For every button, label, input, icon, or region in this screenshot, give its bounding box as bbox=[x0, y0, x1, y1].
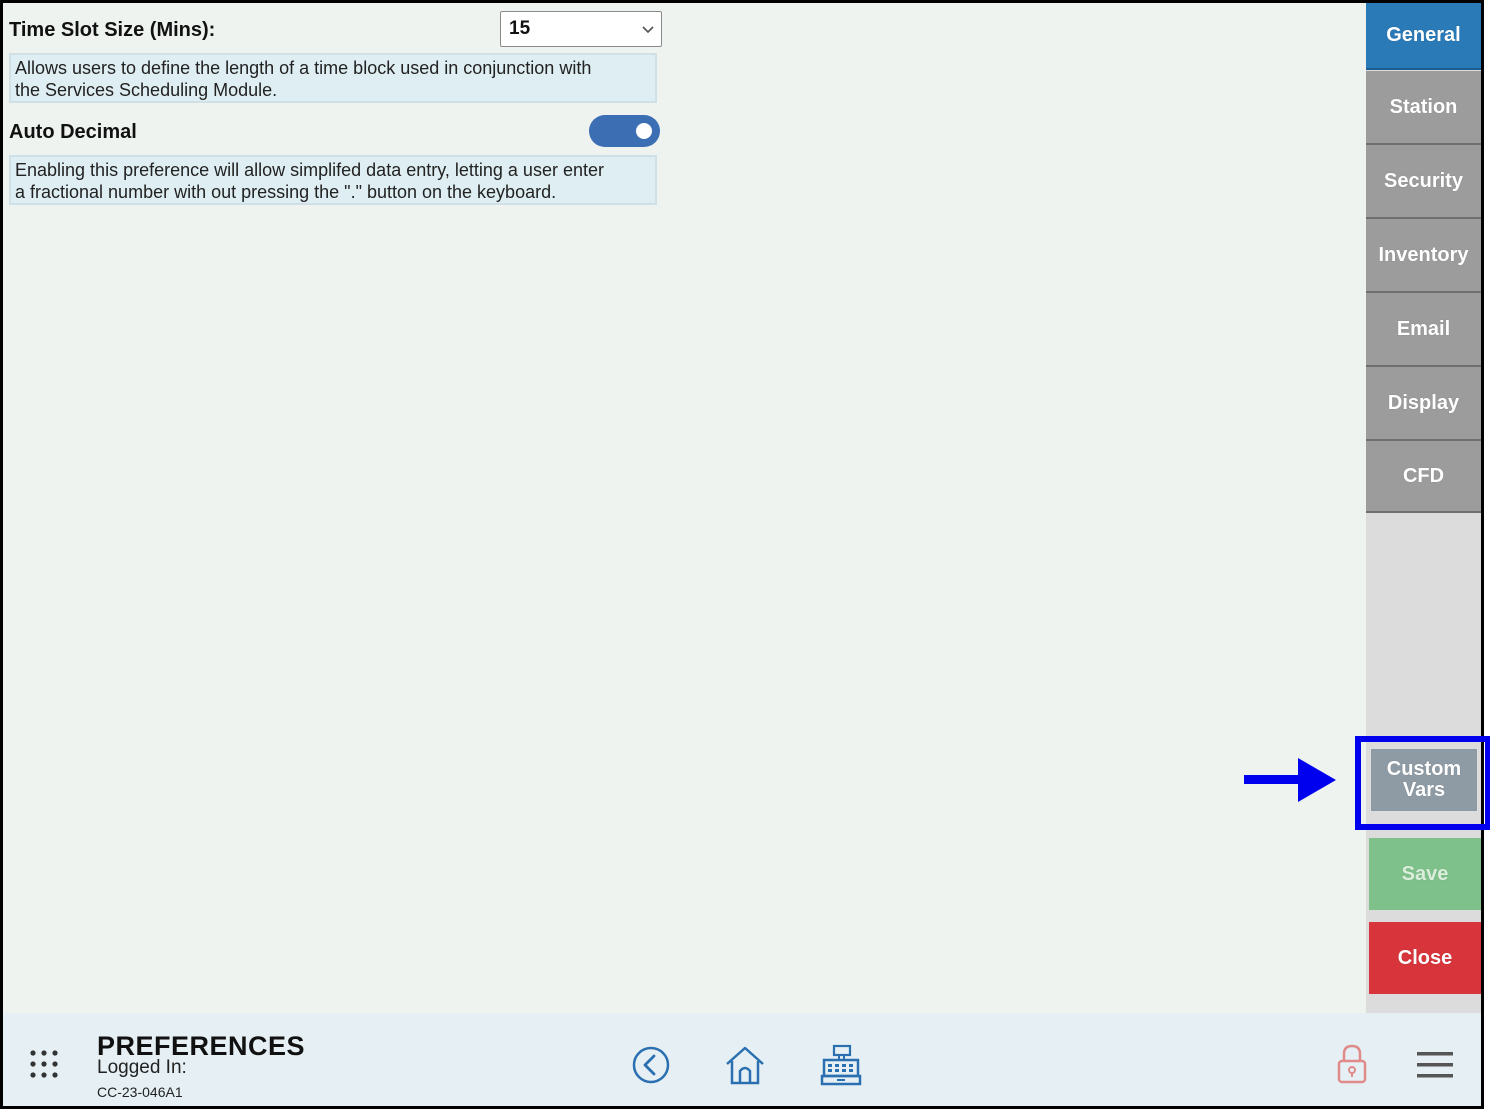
apps-grid-icon[interactable] bbox=[29, 1049, 59, 1084]
close-button[interactable]: Close bbox=[1369, 922, 1481, 994]
time-slot-description-line: Allows users to define the length of a t… bbox=[15, 58, 592, 78]
custom-vars-highlight-box bbox=[1355, 736, 1490, 830]
time-slot-select[interactable]: 15 bbox=[500, 11, 662, 47]
auto-decimal-label: Auto Decimal bbox=[9, 121, 137, 143]
hamburger-menu-icon[interactable] bbox=[1417, 1051, 1453, 1084]
tab-security[interactable]: Security bbox=[1366, 145, 1481, 219]
auto-decimal-description-line: a fractional number with out pressing th… bbox=[15, 182, 557, 202]
tab-cfd[interactable]: CFD bbox=[1366, 441, 1481, 513]
tab-station[interactable]: Station bbox=[1366, 71, 1481, 145]
chevron-down-icon bbox=[641, 18, 655, 46]
cash-register-icon[interactable] bbox=[819, 1043, 863, 1092]
footer-bar: PREFERENCES Logged In: CC-23-046A1 bbox=[3, 1013, 1481, 1106]
toggle-knob bbox=[636, 123, 652, 139]
save-button[interactable]: Save bbox=[1369, 838, 1481, 910]
time-slot-value: 15 bbox=[509, 18, 531, 39]
station-id: CC-23-046A1 bbox=[97, 1084, 183, 1100]
auto-decimal-description: Enabling this preference will allow simp… bbox=[9, 155, 657, 205]
time-slot-description: Allows users to define the length of a t… bbox=[9, 53, 657, 103]
back-circle-icon[interactable] bbox=[631, 1045, 671, 1090]
tab-display[interactable]: Display bbox=[1366, 367, 1481, 441]
home-icon[interactable] bbox=[723, 1043, 767, 1092]
tab-email[interactable]: Email bbox=[1366, 293, 1481, 367]
time-slot-label: Time Slot Size (Mins): bbox=[9, 19, 216, 41]
auto-decimal-description-line: Enabling this preference will allow simp… bbox=[15, 160, 604, 180]
time-slot-description-line: the Services Scheduling Module. bbox=[15, 80, 278, 100]
auto-decimal-toggle[interactable] bbox=[589, 115, 660, 147]
tab-inventory[interactable]: Inventory bbox=[1366, 219, 1481, 293]
sidebar: General Station Security Inventory Email… bbox=[1366, 3, 1481, 1013]
lock-icon[interactable] bbox=[1336, 1043, 1368, 1090]
logged-in-label: Logged In: bbox=[97, 1057, 187, 1078]
preferences-window: Time Slot Size (Mins): 15 Allows users t… bbox=[0, 0, 1484, 1109]
tab-general[interactable]: General bbox=[1366, 3, 1481, 70]
arrow-right-icon bbox=[1240, 752, 1340, 813]
